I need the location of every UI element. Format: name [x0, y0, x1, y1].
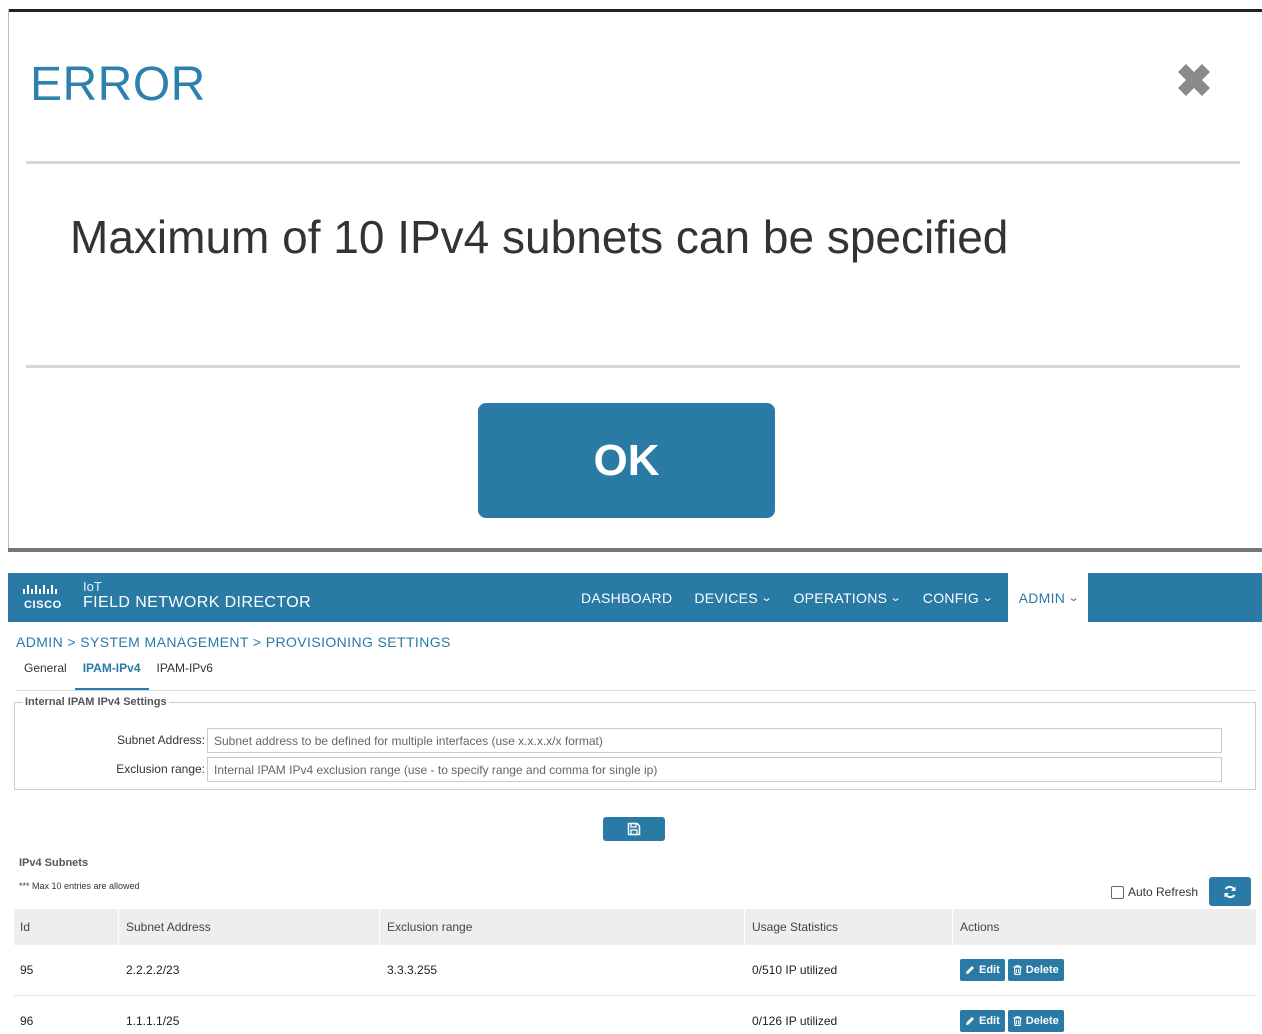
auto-refresh-checkbox[interactable]: [1111, 885, 1124, 899]
breadcrumb: ADMIN > SYSTEM MANAGEMENT > PROVISIONING…: [16, 634, 451, 650]
nav-label: CONFIG: [922, 589, 980, 606]
product-name: IoT FIELD NETWORK DIRECTOR: [83, 579, 311, 611]
max-entries-note: *** Max 10 entries are allowed: [19, 881, 140, 891]
edit-button[interactable]: Edit: [960, 959, 1005, 981]
cell-actions: Edit Delete: [960, 945, 1067, 995]
column-header-subnet: Subnet Address: [126, 920, 211, 934]
nav-admin[interactable]: ADMIN ⌄: [1007, 573, 1088, 622]
cell-exclusion: 3.3.3.255: [387, 963, 438, 977]
subnet-address-label: Subnet Address:: [116, 733, 205, 747]
dialog-divider: [26, 365, 1240, 368]
app-window: CISCO IoT FIELD NETWORK DIRECTOR DASHBOA…: [0, 573, 1262, 1034]
pencil-icon: [966, 966, 974, 974]
dialog-divider: [26, 161, 1240, 164]
column-header-exclusion: Exclusion range: [387, 920, 473, 934]
table-header: Id Subnet Address Exclusion range Usage …: [14, 909, 1256, 945]
exclusion-range-row: Exclusion range:: [15, 757, 1255, 783]
dialog-message: Maximum of 10 IPv4 subnets can be specif…: [70, 211, 1009, 263]
dialog-top-border: [8, 9, 1262, 12]
cell-usage: 0/510 IP utilized: [752, 963, 838, 977]
trash-icon: [1013, 1016, 1022, 1026]
delete-button[interactable]: Delete: [1007, 959, 1064, 981]
product-line-iot: IoT: [83, 579, 102, 594]
ipv4-subnets-title: IPv4 Subnets: [19, 857, 89, 869]
nav-dashboard[interactable]: DASHBOARD: [570, 573, 683, 622]
close-icon[interactable]: [1166, 52, 1222, 108]
column-header-id: Id: [20, 920, 31, 934]
subnets-table: Id Subnet Address Exclusion range Usage …: [14, 909, 1256, 1034]
settings-tabs: General IPAM-IPv4 IPAM-IPv6: [16, 659, 221, 691]
cisco-wordmark: CISCO: [24, 599, 62, 611]
exclusion-range-label: Exclusion range:: [116, 762, 205, 776]
nav-label: DEVICES: [694, 589, 758, 606]
cisco-logo[interactable]: CISCO: [22, 582, 76, 612]
tab-general[interactable]: General: [16, 659, 75, 691]
ok-button[interactable]: OK: [478, 403, 775, 518]
refresh-button[interactable]: [1209, 877, 1251, 906]
cell-usage: 0/126 IP utilized: [752, 1014, 838, 1028]
ipam-settings-legend: Internal IPAM IPv4 Settings: [25, 696, 167, 708]
edit-button[interactable]: Edit: [960, 1010, 1005, 1032]
cell-actions: Edit Delete: [960, 996, 1067, 1034]
dialog-bottom-border: [8, 548, 1262, 552]
cell-subnet: 2.2.2.2/23: [126, 963, 180, 977]
tab-ipam-ipv4[interactable]: IPAM-IPv4: [74, 659, 149, 691]
cell-subnet: 1.1.1.1/25: [126, 1014, 180, 1028]
chevron-down-icon: ⌄: [889, 592, 903, 604]
save-button[interactable]: [603, 817, 665, 841]
dialog-title: ERROR: [30, 58, 206, 111]
tabs-divider: [16, 690, 1256, 691]
nav-devices[interactable]: DEVICES ⌄: [683, 573, 782, 622]
edit-label: Edit: [979, 1015, 1000, 1027]
table-row: 95 2.2.2.2/23 3.3.3.255 0/510 IP utilize…: [14, 945, 1256, 996]
table-row: 96 1.1.1.1/25 0/126 IP utilized Edit Del…: [14, 996, 1256, 1034]
cell-id: 95: [20, 963, 34, 977]
delete-button[interactable]: Delete: [1007, 1010, 1064, 1032]
column-separator: [744, 909, 745, 945]
delete-label: Delete: [1025, 964, 1059, 976]
chevron-down-icon: ⌄: [981, 592, 994, 604]
nav-operations[interactable]: OPERATIONS ⌄: [782, 573, 911, 622]
tab-ipam-ipv6[interactable]: IPAM-IPv6: [149, 659, 221, 691]
subnet-address-row: Subnet Address:: [15, 728, 1255, 754]
nav-config[interactable]: CONFIG ⌄: [912, 573, 1004, 622]
edit-label: Edit: [979, 964, 1000, 976]
auto-refresh-toggle[interactable]: Auto Refresh: [1111, 885, 1198, 899]
subnet-address-input[interactable]: [207, 728, 1222, 753]
ipam-settings-group: Internal IPAM IPv4 Settings Subnet Addre…: [14, 696, 1256, 790]
cell-id: 96: [20, 1014, 34, 1028]
refresh-icon: [1224, 885, 1236, 898]
top-navbar: CISCO IoT FIELD NETWORK DIRECTOR DASHBOA…: [8, 573, 1262, 622]
chevron-down-icon: ⌄: [760, 592, 773, 604]
delete-label: Delete: [1025, 1015, 1059, 1027]
trash-icon: [1013, 965, 1022, 975]
product-line-fnd: FIELD NETWORK DIRECTOR: [83, 594, 312, 611]
cisco-bars-icon: [23, 585, 57, 594]
column-header-usage: Usage Statistics: [752, 920, 839, 934]
chevron-down-icon: ⌄: [1067, 592, 1081, 604]
floppy-disk-icon: [627, 822, 641, 836]
column-separator: [118, 909, 119, 945]
pencil-icon: [966, 1017, 974, 1025]
error-dialog: ERROR Maximum of 10 IPv4 subnets can be …: [0, 0, 1262, 556]
column-separator: [379, 909, 380, 945]
exclusion-range-input[interactable]: [207, 757, 1222, 782]
nav-label: DASHBOARD: [581, 589, 673, 606]
column-separator: [952, 909, 953, 945]
main-nav: DASHBOARD DEVICES ⌄ OPERATIONS ⌄ CONFIG ⌄ A…: [570, 573, 1088, 622]
auto-refresh-label: Auto Refresh: [1128, 885, 1199, 899]
column-header-actions: Actions: [960, 920, 1000, 934]
nav-label: ADMIN: [1018, 589, 1066, 606]
dialog-left-border: [8, 9, 9, 549]
nav-label: OPERATIONS: [793, 589, 888, 606]
